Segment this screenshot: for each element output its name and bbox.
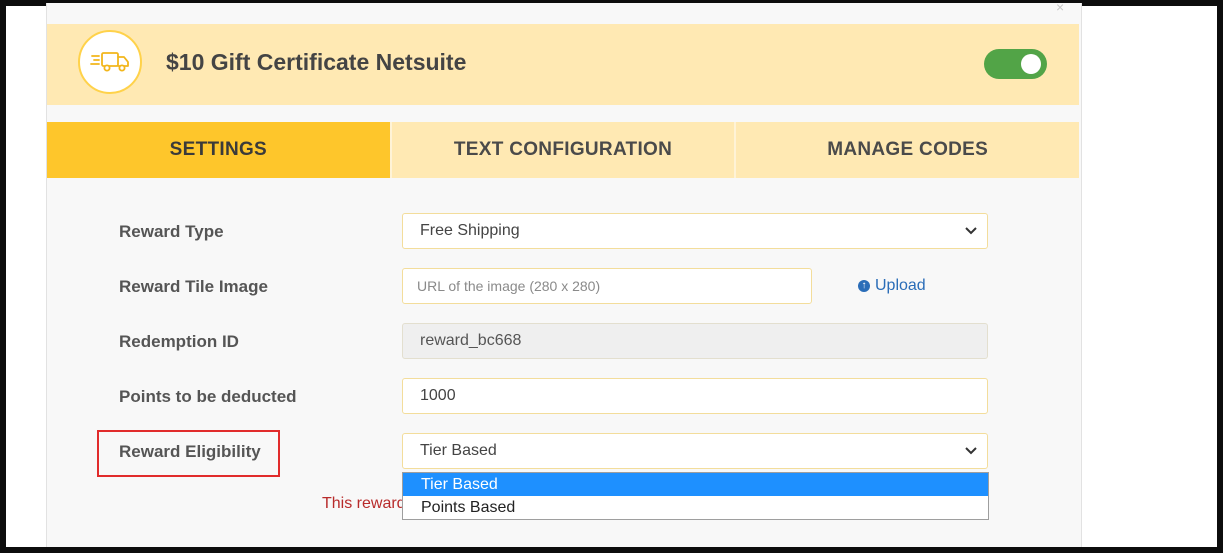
reward-title: $10 Gift Certificate Netsuite bbox=[166, 49, 467, 75]
delivery-truck-icon bbox=[78, 30, 142, 94]
eligibility-warning-text: This reward bbox=[322, 495, 406, 512]
eligibility-dropdown-list: Tier Based Points Based bbox=[402, 472, 989, 520]
tile-image-label: Reward Tile Image bbox=[119, 277, 268, 296]
eligibility-option-tier-based[interactable]: Tier Based bbox=[403, 473, 988, 496]
eligibility-label: Reward Eligibility bbox=[119, 442, 261, 461]
tab-manage-codes[interactable]: MANAGE CODES bbox=[734, 122, 1080, 178]
eligibility-select[interactable]: Tier Based bbox=[402, 433, 988, 469]
chevron-down-icon bbox=[965, 227, 977, 235]
close-icon[interactable]: × bbox=[1056, 0, 1064, 14]
tab-settings[interactable]: SETTINGS bbox=[47, 122, 390, 178]
tab-text-configuration[interactable]: TEXT CONFIGURATION bbox=[389, 122, 735, 178]
tile-image-placeholder: URL of the image (280 x 280) bbox=[417, 278, 601, 294]
reward-type-value: Free Shipping bbox=[420, 222, 520, 239]
tab-bar: SETTINGS TEXT CONFIGURATION MANAGE CODES bbox=[47, 122, 1080, 178]
toggle-knob bbox=[1021, 54, 1041, 74]
points-input[interactable]: 1000 bbox=[402, 378, 988, 414]
redemption-id-field: reward_bc668 bbox=[402, 323, 988, 359]
upload-label: Upload bbox=[875, 277, 926, 294]
reward-enabled-toggle[interactable] bbox=[984, 49, 1047, 79]
points-label: Points to be deducted bbox=[119, 387, 297, 406]
tile-image-url-input[interactable]: URL of the image (280 x 280) bbox=[402, 268, 812, 304]
eligibility-value: Tier Based bbox=[420, 442, 497, 459]
reward-type-select[interactable]: Free Shipping bbox=[402, 213, 988, 249]
upload-icon: ↑ bbox=[858, 280, 870, 292]
upload-link[interactable]: ↑ Upload bbox=[858, 277, 926, 295]
redemption-id-label: Redemption ID bbox=[119, 332, 239, 351]
eligibility-option-points-based[interactable]: Points Based bbox=[403, 496, 988, 519]
chevron-down-icon bbox=[965, 447, 977, 455]
redemption-id-value: reward_bc668 bbox=[420, 332, 522, 349]
reward-type-label: Reward Type bbox=[119, 222, 224, 241]
points-value: 1000 bbox=[420, 387, 456, 404]
reward-header: $10 Gift Certificate Netsuite bbox=[47, 24, 1079, 105]
